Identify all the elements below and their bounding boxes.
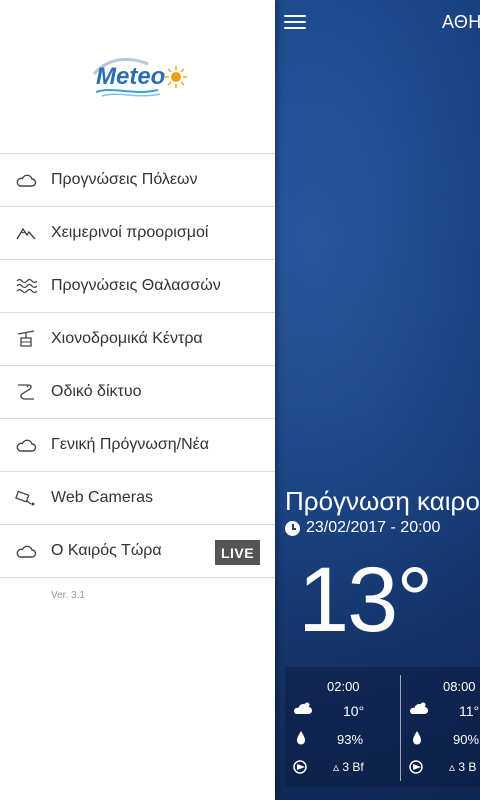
cloud-icon [16, 439, 37, 452]
partly-cloudy-icon [294, 702, 313, 714]
hourly-wind-value: 3 Bf [342, 760, 364, 774]
hourly-time: 02:00 [327, 679, 360, 694]
live-badge: LIVE [215, 540, 260, 565]
menu-item-label: Γενική Πρόγνωση/Νέα [51, 436, 210, 453]
hourly-humidity: 90% [453, 732, 480, 747]
menu-item-ski-centers[interactable]: Χιονοδρομικά Κέντρα [0, 313, 275, 366]
forecast-date: 23/02/2017 - 20:00 [285, 519, 440, 537]
forecast-title: Πρόγνωση καιρο [285, 486, 480, 516]
menu-item-city-forecasts[interactable]: Προγνώσεις Πόλεων [0, 154, 275, 207]
menu-item-label: Χιονοδρομικά Κέντρα [51, 330, 203, 347]
menu-item-web-cameras[interactable]: Web Cameras [0, 472, 275, 525]
menu-item-label: Ο Καιρός Τώρα [51, 542, 162, 559]
waves-icon [16, 278, 37, 294]
forecast-date-text: 23/02/2017 - 20:00 [306, 519, 441, 536]
app-version: Ver. 3.1 [51, 590, 85, 601]
menu-item-sea-forecasts[interactable]: Προγνώσεις Θαλασσών [0, 260, 275, 313]
humidity-drop-icon [413, 731, 421, 745]
meteo-logo: Meteo [92, 57, 187, 97]
menu-item-weather-now[interactable]: Ο Καιρός Τώρα LIVE [0, 525, 275, 578]
wind-icon [409, 760, 423, 774]
hourly-item[interactable]: 02:00 10° 93% ▵ 3 Bf [285, 667, 400, 787]
hourly-temperature: 10° [343, 703, 365, 719]
cloud-icon [16, 174, 37, 187]
wind-icon [293, 760, 307, 774]
menu-item-label: Χειμερινοί προορισμοί [51, 224, 209, 241]
menu-item-label: Οδικό δίκτυο [51, 383, 142, 400]
hourly-humidity: 93% [337, 732, 364, 747]
svg-text:Meteo: Meteo [96, 63, 165, 90]
hourly-wind-value: 3 B [458, 760, 477, 774]
menu-item-winter-destinations[interactable]: Χειμερινοί προορισμοί [0, 207, 275, 260]
cloud-icon [16, 545, 37, 558]
partly-cloudy-icon [410, 702, 429, 714]
road-icon [18, 384, 34, 400]
menu-item-label: Προγνώσεις Θαλασσών [51, 277, 221, 294]
humidity-drop-icon [297, 731, 305, 745]
menu-item-label: Web Cameras [51, 489, 153, 506]
hourly-wind: ▵ 3 Bf [333, 760, 364, 774]
drawer-menu: Προγνώσεις Πόλεων Χειμερινοί προορισμοί … [0, 153, 275, 578]
clock-icon [285, 520, 300, 536]
hourly-wind: ▵ 3 B [449, 760, 477, 774]
current-temperature: 13° [298, 549, 433, 651]
hourly-time: 08:00 [443, 679, 476, 694]
hourly-forecast-strip[interactable]: 02:00 10° 93% ▵ 3 Bf 08:00 11° 90% ▵ 3 B [285, 667, 480, 787]
camera-icon [15, 490, 35, 506]
menu-item-label: Προγνώσεις Πόλεων [51, 171, 198, 188]
ski-lift-icon [17, 330, 35, 347]
hourly-item[interactable]: 08:00 11° 90% ▵ 3 B [401, 667, 480, 787]
hourly-temperature: 11° [459, 703, 480, 719]
mountain-icon [16, 227, 36, 240]
menu-item-road-network[interactable]: Οδικό δίκτυο [0, 366, 275, 419]
city-title[interactable]: ΑΘΗ [442, 12, 480, 33]
menu-item-general-forecast-news[interactable]: Γενική Πρόγνωση/Νέα [0, 419, 275, 472]
navigation-drawer[interactable]: Meteo Προγνώσεις Πόλεων Χειμερινοί προορ… [0, 0, 275, 800]
hamburger-menu-icon[interactable] [284, 12, 306, 32]
